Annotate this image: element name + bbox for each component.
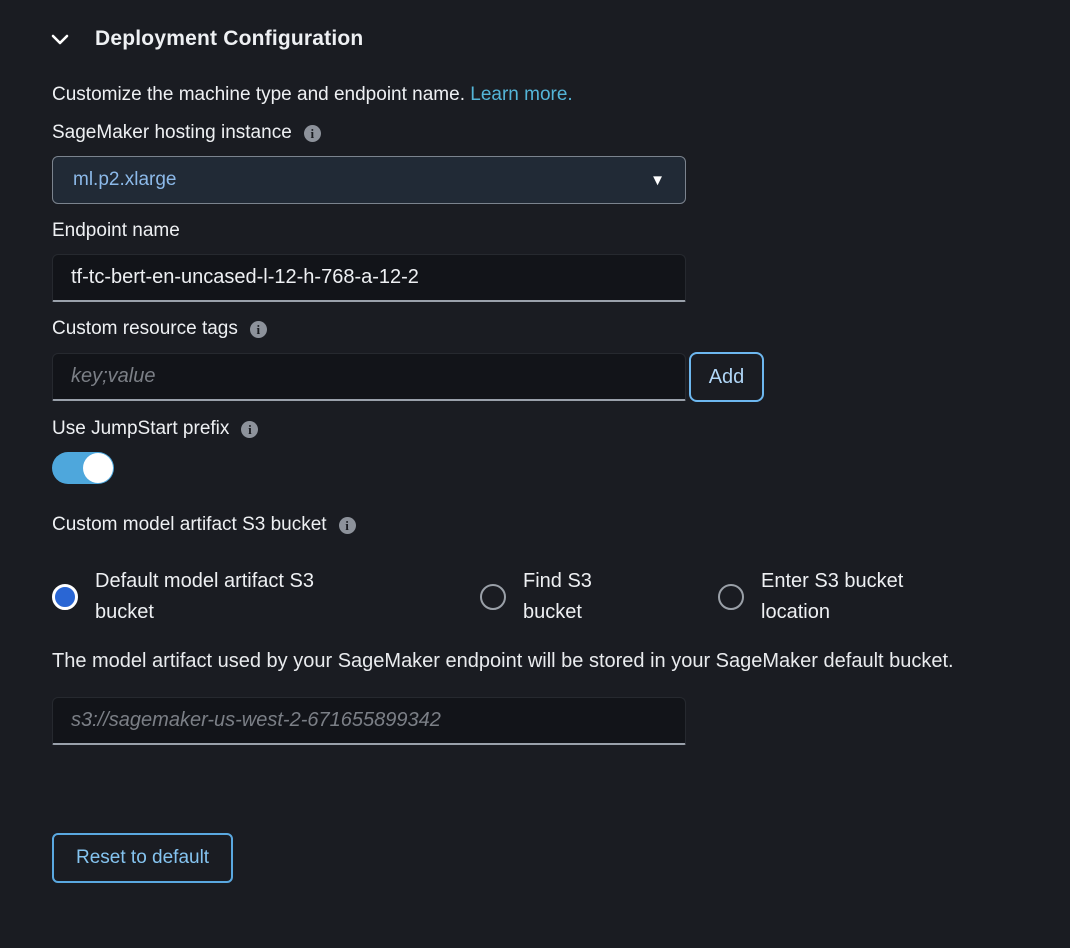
toggle-knob xyxy=(83,453,113,483)
radio-label: Find S3 bucket xyxy=(523,566,635,628)
chevron-down-icon[interactable] xyxy=(45,24,75,54)
endpoint-name-label: Endpoint name xyxy=(52,220,180,242)
intro-description: Customize the machine type and endpoint … xyxy=(52,84,465,105)
custom-model-artifact-s3-bucket-label: Custom model artifact S3 bucket xyxy=(52,514,327,536)
prefix-label-row: Use JumpStart prefix i xyxy=(52,418,1070,440)
jumpstart-prefix-toggle[interactable] xyxy=(52,452,114,484)
radio-unselected-icon[interactable] xyxy=(718,584,744,610)
s3-bucket-radio-group: Default model artifact S3 bucket Find S3… xyxy=(52,566,1070,628)
s3-bucket-label-row: Custom model artifact S3 bucket i xyxy=(52,514,1070,536)
tags-input-row: Add xyxy=(52,352,1070,402)
reset-to-default-button[interactable]: Reset to default xyxy=(52,833,233,883)
info-icon[interactable]: i xyxy=(250,321,267,338)
radio-find-s3-bucket[interactable]: Find S3 bucket xyxy=(480,566,718,628)
intro-text: Customize the machine type and endpoint … xyxy=(52,84,1070,106)
radio-default-model-artifact-s3-bucket[interactable]: Default model artifact S3 bucket xyxy=(52,566,480,628)
radio-selected-icon[interactable] xyxy=(52,584,78,610)
radio-label: Default model artifact S3 bucket xyxy=(95,566,357,628)
instance-label: SageMaker hosting instance xyxy=(52,122,292,144)
triangle-down-icon: ▼ xyxy=(650,172,665,189)
info-icon[interactable]: i xyxy=(304,125,321,142)
radio-enter-s3-bucket-location[interactable]: Enter S3 bucket location xyxy=(718,566,953,628)
endpoint-name-input[interactable] xyxy=(52,254,686,302)
radio-unselected-icon[interactable] xyxy=(480,584,506,610)
custom-resource-tags-label: Custom resource tags xyxy=(52,318,238,340)
s3-bucket-help-text: The model artifact used by your SageMake… xyxy=(52,648,1007,675)
resource-tags-input[interactable] xyxy=(52,353,686,401)
section-header: Deployment Configuration xyxy=(0,24,1070,54)
instance-label-row: SageMaker hosting instance i xyxy=(52,122,1070,144)
radio-label: Enter S3 bucket location xyxy=(761,566,953,628)
instance-type-select[interactable]: ml.p2.xlarge ▼ xyxy=(52,156,686,204)
add-tag-button[interactable]: Add xyxy=(689,352,764,402)
jumpstart-prefix-label: Use JumpStart prefix xyxy=(52,418,229,440)
s3-bucket-location-input[interactable] xyxy=(52,697,686,745)
instance-type-value: ml.p2.xlarge xyxy=(73,169,177,191)
learn-more-link[interactable]: Learn more. xyxy=(470,84,572,105)
page-title: Deployment Configuration xyxy=(95,27,363,51)
info-icon[interactable]: i xyxy=(241,421,258,438)
info-icon[interactable]: i xyxy=(339,517,356,534)
deployment-configuration-panel: Deployment Configuration Customize the m… xyxy=(0,0,1070,883)
endpoint-label-row: Endpoint name xyxy=(52,220,1070,242)
tags-label-row: Custom resource tags i xyxy=(52,318,1070,340)
